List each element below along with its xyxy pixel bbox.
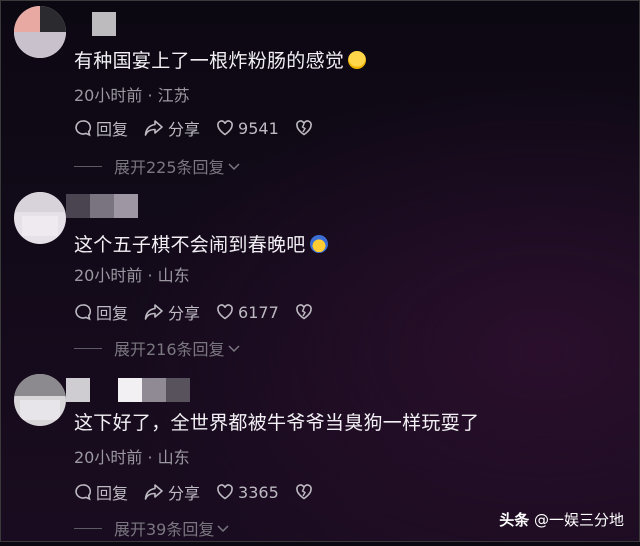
share-button[interactable]: 分享 (144, 116, 200, 140)
username-blurred[interactable] (66, 378, 90, 402)
divider-line (74, 165, 102, 167)
chevron-down-icon (228, 163, 240, 171)
heart-icon (217, 304, 233, 320)
comment-actions: 回复 分享 9541 (74, 116, 333, 140)
comment-item: 这个五子棋不会闹到春晚吧 20小时前 · 山东 回复 分享 6177 展开216… (0, 184, 640, 364)
share-arrow-icon (144, 484, 163, 500)
share-label: 分享 (168, 120, 201, 139)
comment-meta: 20小时前 · 山东 (74, 266, 190, 285)
reply-button[interactable]: 回复 (74, 480, 128, 504)
username-blurred[interactable] (66, 194, 138, 218)
like-button[interactable]: 6177 (216, 303, 279, 322)
avatar[interactable] (14, 374, 66, 426)
laughing-crying-emoji-icon (348, 51, 367, 69)
comment-actions: 回复 分享 3365 (74, 480, 333, 504)
broken-heart-icon (295, 304, 312, 320)
expand-replies-label: 展开225条回复 (114, 158, 225, 177)
share-arrow-icon (144, 304, 163, 320)
like-count: 3365 (238, 482, 279, 502)
like-count: 9541 (238, 118, 279, 138)
watermark-handle: @一娱三分地 (533, 511, 624, 529)
username-blurred[interactable] (118, 378, 190, 402)
share-button[interactable]: 分享 (144, 300, 200, 324)
reply-label: 回复 (96, 120, 129, 139)
like-count: 6177 (238, 302, 279, 322)
broken-heart-icon (295, 120, 312, 136)
watermark: 头条 @一娱三分地 (499, 509, 624, 530)
comment-text-content: 这下好了，全世界都被牛爷爷当臭狗一样玩耍了 (74, 412, 480, 434)
heart-icon (217, 120, 233, 136)
avatar[interactable] (14, 192, 66, 244)
share-button[interactable]: 分享 (144, 480, 200, 504)
chevron-down-icon (217, 525, 229, 533)
dislike-button[interactable] (295, 483, 317, 501)
expand-replies[interactable]: 展开39条回复 (74, 516, 230, 540)
reply-button[interactable]: 回复 (74, 300, 128, 324)
scared-emoji-icon (309, 235, 328, 253)
comment-text: 这个五子棋不会闹到春晚吧 (74, 230, 328, 257)
dislike-button[interactable] (295, 303, 317, 321)
comment-text-content: 这个五子棋不会闹到春晚吧 (74, 234, 306, 256)
divider-line (74, 527, 102, 529)
divider-line (74, 347, 102, 349)
expand-replies-label: 展开39条回复 (114, 520, 215, 539)
reply-label: 回复 (96, 484, 129, 503)
expand-replies[interactable]: 展开225条回复 (74, 154, 241, 178)
share-label: 分享 (168, 484, 201, 503)
reply-button[interactable]: 回复 (74, 116, 128, 140)
comment-text-content: 有种国宴上了一根炸粉肠的感觉 (74, 50, 345, 72)
expand-replies-label: 展开216条回复 (114, 340, 225, 359)
comment-bubble-icon (75, 304, 92, 321)
comment-meta: 20小时前 · 山东 (74, 448, 190, 467)
watermark-brand: 头条 (499, 511, 530, 529)
comment-item: 有种国宴上了一根炸粉肠的感觉 20小时前 · 江苏 回复 分享 9541 展开2… (0, 0, 640, 180)
comment-bubble-icon (75, 120, 92, 137)
comment-text: 有种国宴上了一根炸粉肠的感觉 (74, 46, 367, 73)
share-arrow-icon (144, 120, 163, 136)
comment-text: 这下好了，全世界都被牛爷爷当臭狗一样玩耍了 (74, 408, 479, 435)
comment-actions: 回复 分享 6177 (74, 300, 333, 324)
comment-meta: 20小时前 · 江苏 (74, 86, 190, 105)
like-button[interactable]: 3365 (216, 483, 279, 502)
heart-icon (217, 484, 233, 500)
username-blurred[interactable] (92, 12, 116, 36)
dislike-button[interactable] (295, 119, 317, 137)
avatar[interactable] (14, 6, 66, 58)
expand-replies[interactable]: 展开216条回复 (74, 336, 241, 360)
chevron-down-icon (228, 345, 240, 353)
like-button[interactable]: 9541 (216, 119, 279, 138)
broken-heart-icon (295, 484, 312, 500)
share-label: 分享 (168, 304, 201, 323)
reply-label: 回复 (96, 304, 129, 323)
comment-bubble-icon (75, 484, 92, 501)
